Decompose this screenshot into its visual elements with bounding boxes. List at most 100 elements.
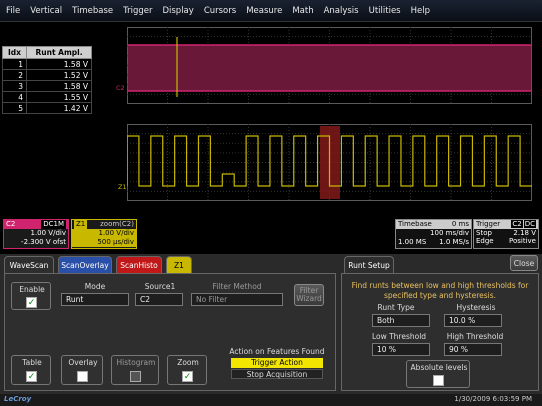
tab-z1[interactable]: Z1 [166,256,192,273]
row-runt-ampl: 1.42 V [26,102,92,114]
tab-wavescan[interactable]: WaveScan [4,256,54,273]
hysteresis-label: Hysteresis [456,303,496,312]
table-row[interactable]: 1 1.58 V [1,58,92,70]
overlay-label: Overlay [68,358,98,367]
table-group: Table ✓ [11,355,51,385]
tab-scanhisto[interactable]: ScanHisto [116,256,162,273]
trigger-label: Trigger [476,220,501,228]
row-runt-ampl: 1.55 V [26,91,92,103]
menu-item-timebase[interactable]: Timebase [72,6,113,16]
zoom-checkbox[interactable]: ✓ [182,371,193,382]
overlay-checkbox[interactable] [77,371,88,382]
menu-item-vertical[interactable]: Vertical [30,6,62,16]
table-row[interactable]: 4 1.55 V [1,91,92,103]
menu-item-file[interactable]: File [6,6,20,16]
histogram-checkbox[interactable] [130,371,141,382]
z1-vdiv: 1.00 V/div [72,229,136,238]
mode-select[interactable]: Runt [61,293,129,306]
table-checkbox[interactable]: ✓ [26,371,37,382]
row-idx: 5 [1,102,28,114]
row-idx: 2 [1,69,28,81]
tab-runt-setup[interactable]: Runt Setup [344,256,394,273]
timebase-rate: 1.0 MS/s [439,238,469,246]
menu-item-help[interactable]: Help [411,6,430,16]
dialog-area: WaveScan ScanOverlay ScanHisto Z1 Enable… [0,254,542,394]
c2-mode: DC1M [41,220,66,229]
table-row[interactable]: 5 1.42 V [1,102,92,114]
action-trigger-item[interactable]: Trigger Action [231,358,323,368]
row-runt-ampl: 1.52 V [26,69,92,81]
table-label: Table [22,358,42,367]
menu-item-cursors[interactable]: Cursors [204,6,236,16]
source-label: Source1 [144,282,176,291]
high-threshold-input[interactable]: 90 % [444,343,502,356]
low-threshold-label: Low Threshold [371,332,427,341]
action-label: Action on Features Found [229,347,325,356]
wavescan-panel: Enable ✓ Mode Runt Source1 C2 Filter Met… [4,273,336,391]
col-idx: Idx [1,46,28,59]
hysteresis-input[interactable]: 10.0 % [444,314,502,327]
c2-trace-marker: C2 [116,84,125,92]
absolute-levels-group: Absolute levels [406,360,470,388]
z1-descriptor[interactable]: Z1 zoom(C2) 1.00 V/div 500 µs/div [71,219,137,249]
trigger-type: Edge [476,237,494,245]
z1-tdiv: 500 µs/div [72,238,136,247]
enable-group: Enable ✓ [11,282,51,310]
table-row[interactable]: 2 1.52 V [1,69,92,81]
filter-wizard-button[interactable]: Filter Wizard [294,284,324,306]
trigger-slope: Positive [509,237,536,245]
menu-item-measure[interactable]: Measure [246,6,282,16]
col-runt-ampl: Runt Ampl. [26,46,92,59]
enable-checkbox[interactable]: ✓ [26,297,37,308]
tab-scanoverlay[interactable]: ScanOverlay [58,256,112,273]
action-stop-item[interactable]: Stop Acquisition [231,369,323,379]
timebase-label: Timebase [398,220,432,228]
table-row[interactable]: 3 1.58 V [1,80,92,92]
close-button[interactable]: Close [510,255,538,271]
zoom-label: Zoom [177,358,199,367]
menu-item-math[interactable]: Math [292,6,313,16]
timebase-tdiv: 100 ms/div [430,229,469,237]
high-threshold-label: High Threshold [446,332,504,341]
menu-item-utilities[interactable]: Utilities [369,6,401,16]
brand-logo: LeCroy [4,395,32,403]
runt-setup-panel: Find runts between low and high threshol… [341,273,539,391]
mode-label: Mode [84,282,106,291]
zoom-waveform-grid [127,124,532,201]
low-threshold-input[interactable]: 10 % [372,343,430,356]
menu-item-analysis[interactable]: Analysis [324,6,359,16]
source-select[interactable]: C2 [135,293,183,306]
c2-waveform-grid [127,27,532,104]
trigger-descriptor[interactable]: Trigger C2 DC Stop 2.18 V Edge Positive [473,219,539,249]
datetime: 1/30/2009 6:03:59 PM [454,395,532,403]
zoom-group: Zoom ✓ [167,355,207,385]
trigger-level: 2.18 V [513,229,536,237]
z1-name: Z1 [74,220,88,229]
runt-type-select[interactable]: Both [372,314,430,327]
enable-label: Enable [19,285,45,294]
filter-method-select[interactable]: No Filter [191,293,283,306]
status-bar: LeCroy 1/30/2009 6:03:59 PM [0,394,542,406]
menu-item-trigger[interactable]: Trigger [123,6,152,16]
histogram-label: Histogram [116,358,156,367]
timebase-delay: 0 ms [451,220,469,228]
filter-method-label: Filter Method [212,282,262,291]
c2-descriptor[interactable]: C2 DC1M 1.00 V/div -2.300 V ofst [3,219,69,249]
timebase-descriptor[interactable]: Timebase 0 ms 100 ms/div 1.00 MS 1.0 MS/… [395,219,472,249]
c2-name: C2 [6,220,16,228]
absolute-levels-checkbox[interactable] [433,375,444,386]
absolute-levels-label: Absolute levels [410,363,468,372]
row-idx: 3 [1,80,28,92]
histogram-group: Histogram [111,355,159,385]
trigger-coupling: DC [523,220,536,228]
menu-item-display[interactable]: Display [162,6,193,16]
trigger-mode: Stop [476,229,492,237]
timebase-samples: 1.00 MS [398,238,427,246]
row-runt-ampl: 1.58 V [26,80,92,92]
scope-display: Idx Runt Ampl. 1 1.58 V 2 1.52 V 3 1.58 V 4 1.5… [0,22,542,217]
runt-type-label: Runt Type [377,303,415,312]
z1-title: zoom(C2) [100,220,134,228]
c2-offset: -2.300 V ofst [21,238,66,246]
trigger-channel: C2 [511,220,523,228]
c2-vdiv: 1.00 V/div [30,229,67,237]
